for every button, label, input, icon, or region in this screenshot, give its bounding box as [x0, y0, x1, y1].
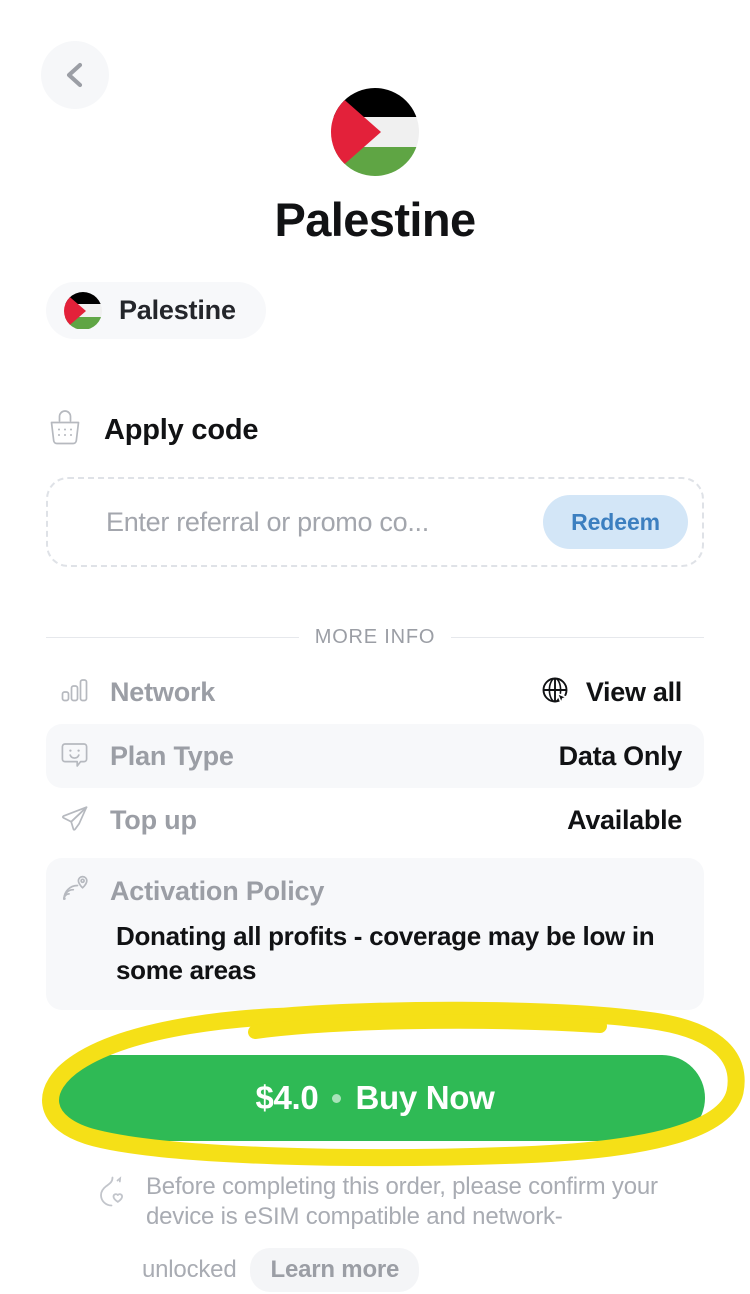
buy-now-separator-dot — [332, 1093, 342, 1103]
info-row-top-up: Top up Available — [46, 788, 704, 852]
apply-code-heading: Apply code — [46, 408, 259, 453]
esim-disclaimer: Before completing this order, please con… — [96, 1172, 696, 1293]
more-info-list: Network View all Plan Type Data Only Top… — [46, 660, 704, 1010]
country-chip-label: Palestine — [119, 295, 236, 325]
info-label-top-up: Top up — [110, 804, 197, 835]
paper-plane-icon — [58, 802, 92, 839]
buy-now-action-label: Buy Now — [355, 1079, 495, 1116]
view-all-label: View all — [585, 676, 682, 707]
info-label-plan-type: Plan Type — [110, 740, 234, 771]
buy-now-button[interactable]: $4.0 Buy Now — [45, 1055, 705, 1141]
info-label-activation-policy: Activation Policy — [110, 876, 325, 906]
divider-line-right — [451, 637, 704, 638]
chevron-left-icon — [62, 60, 88, 90]
flame-heart-icon — [96, 1174, 128, 1213]
esim-disclaimer-tail: unlocked — [142, 1256, 237, 1284]
activation-policy-text: Donating all profits - coverage may be l… — [116, 921, 655, 986]
info-row-activation-policy: Activation Policy Donating all profits -… — [46, 858, 704, 1010]
signal-bars-icon — [58, 675, 92, 710]
esim-disclaimer-text: Before completing this order, please con… — [146, 1173, 658, 1231]
info-value-plan-type: Data Only — [558, 740, 683, 771]
palestine-flag-icon — [331, 88, 419, 176]
radar-pin-icon — [58, 872, 92, 911]
buy-now-price: $4.0 — [255, 1079, 319, 1116]
palestine-flag-icon — [64, 291, 102, 330]
redeem-button[interactable]: Redeem — [543, 495, 688, 549]
hero-header: Palestine — [0, 88, 750, 246]
divider-line-left — [46, 637, 299, 638]
learn-more-button[interactable]: Learn more — [250, 1248, 420, 1293]
info-row-network: Network View all — [46, 660, 704, 724]
promo-code-input[interactable] — [106, 506, 544, 538]
country-chip[interactable]: Palestine — [46, 282, 266, 339]
info-value-top-up: Available — [567, 804, 682, 835]
view-all-button[interactable]: View all — [539, 674, 682, 711]
chat-smiley-icon — [58, 738, 92, 775]
info-row-plan-type: Plan Type Data Only — [46, 724, 704, 788]
globe-cursor-icon — [539, 674, 573, 711]
info-label-network: Network — [110, 676, 216, 707]
apply-code-label: Apply code — [104, 414, 259, 446]
buy-now-section: $4.0 Buy Now — [0, 1000, 750, 1170]
promo-code-box: Redeem — [46, 477, 704, 567]
shopping-basket-icon — [46, 408, 84, 453]
divider-label: MORE INFO — [314, 626, 436, 648]
more-info-divider: MORE INFO — [46, 626, 704, 649]
page-title: Palestine — [274, 193, 477, 246]
product-detail-screen: Palestine Palestine Apply code Enter ref… — [0, 0, 750, 1294]
